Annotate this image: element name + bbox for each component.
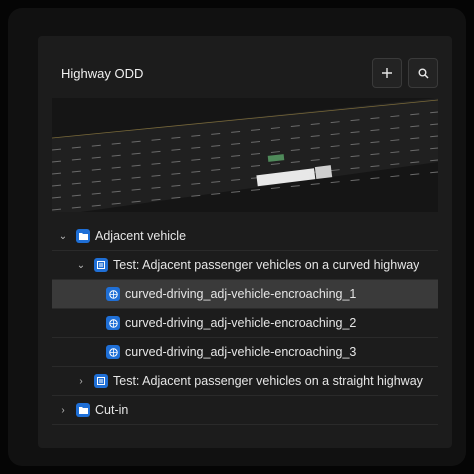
tree-label: Test: Adjacent passenger vehicles on a c… xyxy=(113,258,420,272)
tree-scenario-1[interactable]: curved-driving_adj-vehicle-encroaching_1 xyxy=(52,280,438,309)
chevron-down-icon[interactable]: ⌄ xyxy=(56,231,70,242)
folder-icon xyxy=(76,403,90,417)
panel-title: Highway ODD xyxy=(61,65,144,81)
app-window: Highway ODD ⌄ Adjacent vehicle ⌄ Test: A… xyxy=(8,8,466,466)
search-icon xyxy=(418,68,429,79)
scenario-preview[interactable] xyxy=(52,98,438,212)
test-icon xyxy=(94,374,108,388)
tree-test-straight[interactable]: › Test: Adjacent passenger vehicles on a… xyxy=(52,367,438,396)
add-button[interactable] xyxy=(372,58,402,88)
test-icon xyxy=(94,258,108,272)
chevron-right-icon[interactable]: › xyxy=(74,376,88,387)
tree-scenario-2[interactable]: curved-driving_adj-vehicle-encroaching_2 xyxy=(52,309,438,338)
panel-header: Highway ODD xyxy=(52,50,438,96)
plus-icon xyxy=(382,68,392,78)
globe-icon xyxy=(106,345,120,359)
chevron-down-icon[interactable]: ⌄ xyxy=(74,260,88,271)
tree-label: Cut-in xyxy=(95,403,129,417)
tree-scenario-3[interactable]: curved-driving_adj-vehicle-encroaching_3 xyxy=(52,338,438,367)
tree-folder-adjacent-vehicle[interactable]: ⌄ Adjacent vehicle xyxy=(52,222,438,251)
odd-panel: Highway ODD ⌄ Adjacent vehicle ⌄ Test: A… xyxy=(38,36,452,448)
tree-label: Adjacent vehicle xyxy=(95,229,187,243)
tree-label: curved-driving_adj-vehicle-encroaching_1 xyxy=(125,287,357,301)
tree-test-curved[interactable]: ⌄ Test: Adjacent passenger vehicles on a… xyxy=(52,251,438,280)
scenario-tree: ⌄ Adjacent vehicle ⌄ Test: Adjacent pass… xyxy=(52,222,438,425)
tree-folder-cut-in[interactable]: › Cut-in xyxy=(52,396,438,425)
chevron-right-icon[interactable]: › xyxy=(56,405,70,416)
tree-label: Test: Adjacent passenger vehicles on a s… xyxy=(113,374,423,388)
globe-icon xyxy=(106,316,120,330)
folder-icon xyxy=(76,229,90,243)
search-button[interactable] xyxy=(408,58,438,88)
globe-icon xyxy=(106,287,120,301)
tree-label: curved-driving_adj-vehicle-encroaching_3 xyxy=(125,345,357,359)
road-scene-image xyxy=(52,98,438,212)
tree-label: curved-driving_adj-vehicle-encroaching_2 xyxy=(125,316,357,330)
header-actions xyxy=(372,58,438,88)
